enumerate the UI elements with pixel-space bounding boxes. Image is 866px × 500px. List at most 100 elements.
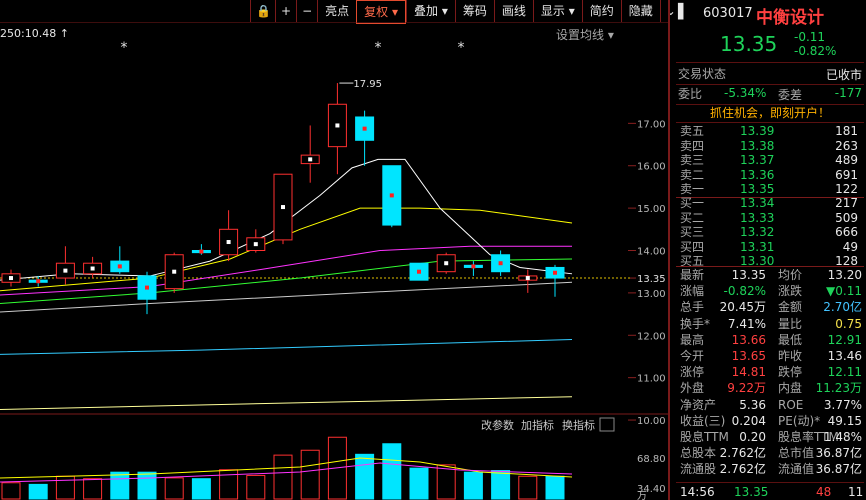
stat-value: 13.66 <box>731 332 766 347</box>
stat-value: 11.23万 <box>815 381 862 396</box>
volume-bar <box>191 478 211 500</box>
volume-bar <box>137 471 157 500</box>
candle-center-dot <box>226 240 231 245</box>
bid-volume: 666 <box>835 225 858 240</box>
volume-bar <box>491 470 511 500</box>
bid-price: 13.32 <box>740 225 775 240</box>
volume-bar <box>436 464 456 500</box>
stat-value: 12.91 <box>827 332 862 347</box>
stat-label: 均价 <box>778 268 803 282</box>
status-value: 已收市 <box>825 68 862 82</box>
divider <box>676 122 864 123</box>
indicator-button-2[interactable]: 换指标 <box>562 418 595 432</box>
menu-icon[interactable]: ▌ <box>678 4 689 20</box>
stat-value: 0.20 <box>739 430 766 444</box>
kline-chart[interactable]: * * * 17.00 16.00 15.00 14.00 13.35 13.00 12.00 11… <box>0 22 668 500</box>
stat-label: 流通值 <box>778 462 815 477</box>
chips-button[interactable]: 筹码 <box>454 0 494 22</box>
ask-level-label: 卖二 <box>680 167 705 182</box>
price-tick-label: 17.00 <box>637 119 666 130</box>
minus-icon[interactable]: − <box>296 0 317 22</box>
volume-bar <box>300 449 320 500</box>
event-marker-icon: * <box>121 40 128 56</box>
candle-center-dot <box>444 261 449 266</box>
candle-center-dot <box>362 126 367 131</box>
bid-level-label: 买四 <box>680 239 705 254</box>
hide-button[interactable]: 隐藏 <box>620 0 660 22</box>
ask-volume: 691 <box>835 167 858 182</box>
stat-label: 总手 <box>680 300 705 315</box>
stat-value: 36.87亿 <box>815 446 862 461</box>
ma250-line <box>0 396 573 410</box>
ask-volume: 181 <box>835 124 858 138</box>
highlight-button[interactable]: 亮点 <box>317 0 356 22</box>
price-tick-label: 10.00 <box>637 416 666 427</box>
stat-value: 3.77% <box>823 397 862 412</box>
volume-bar <box>164 477 184 500</box>
overlay-dropdown[interactable]: 叠加 ▾ <box>406 0 455 22</box>
indicator-button-1[interactable]: 加指标 <box>521 418 554 432</box>
order-diff-label: 委差 <box>778 88 803 102</box>
price-change-pct: -0.82% <box>794 44 837 58</box>
stat-label: 跌停 <box>778 365 803 380</box>
stat-label: 今开 <box>680 349 705 363</box>
ask-level-label: 卖三 <box>680 153 705 168</box>
indicator-button-0[interactable]: 改参数 <box>481 418 514 432</box>
stat-label: 涨停 <box>680 365 705 380</box>
stat-value: 49.15 <box>827 413 862 428</box>
candle-center-dot <box>199 249 204 254</box>
volume-tick-label: 万 <box>637 491 647 500</box>
ask-volume: 489 <box>835 153 858 168</box>
event-marker-icon: * <box>375 40 382 56</box>
candle-center-dot <box>145 285 149 290</box>
candle-center-dot <box>389 193 394 198</box>
stat-label: 流通股 <box>680 462 717 477</box>
ask-price: 13.38 <box>740 138 775 153</box>
adjust-label: 复权 <box>364 5 389 19</box>
volume-bar <box>273 454 293 500</box>
bid-price: 13.34 <box>740 196 775 210</box>
volume-bar <box>28 483 48 500</box>
bid-volume: 49 <box>842 239 858 254</box>
bid-price: 13.33 <box>740 210 775 225</box>
stat-label: 昨收 <box>778 349 803 363</box>
lock-icon[interactable]: 🔒 <box>250 0 275 22</box>
volume-bar <box>83 478 103 500</box>
stat-label: 总股本 <box>680 446 717 461</box>
quote-panel: ▌ 603017 中衡设计 13.35 -0.11 -0.82% 交易状态 已收… <box>670 0 866 500</box>
candle-center-dot <box>335 123 340 128</box>
account-ad-link[interactable]: 抓住机会，即刻开户！ <box>676 105 864 121</box>
price-tick-label: 16.00 <box>637 162 666 173</box>
adjust-dropdown[interactable]: 复权 ▾ <box>356 0 406 24</box>
order-diff-value: -177 <box>834 86 862 100</box>
display-dropdown[interactable]: 显示 ▾ <box>532 0 582 22</box>
stat-label: 收益(三) <box>680 413 726 428</box>
stat-value: 7.41% <box>727 316 766 331</box>
stat-value: 1.48% <box>823 430 862 444</box>
ask-volume: 263 <box>835 138 858 153</box>
draw-line-button[interactable]: 画线 <box>493 0 533 22</box>
stat-label: 净资产 <box>680 397 717 412</box>
order-ratio-label: 委比 <box>678 87 703 101</box>
candle-center-dot <box>63 268 68 273</box>
divider <box>676 482 864 483</box>
stat-value: 13.46 <box>827 349 862 363</box>
stat-value: 2.70亿 <box>823 300 862 315</box>
candle-center-dot <box>36 279 41 284</box>
simple-button[interactable]: 简约 <box>581 0 621 22</box>
stat-value: 20.45万 <box>719 300 766 315</box>
tick-count: 11 <box>848 485 864 499</box>
stat-value: ▼0.11 <box>826 284 862 299</box>
stat-label: ROE <box>778 397 804 412</box>
stat-value: 12.11 <box>827 365 862 380</box>
stat-value: 14.81 <box>731 365 766 380</box>
volume-bar <box>518 475 538 500</box>
volume-bar <box>246 474 266 500</box>
indicator-toggle-icon[interactable] <box>599 417 615 432</box>
stat-value: 5.36 <box>739 397 766 412</box>
candle-center-dot <box>172 269 177 274</box>
plus-icon[interactable]: + <box>275 0 296 22</box>
candle-center-dot <box>90 266 95 271</box>
bid-volume: 217 <box>835 196 858 210</box>
stat-value: 13.35 <box>731 268 766 282</box>
